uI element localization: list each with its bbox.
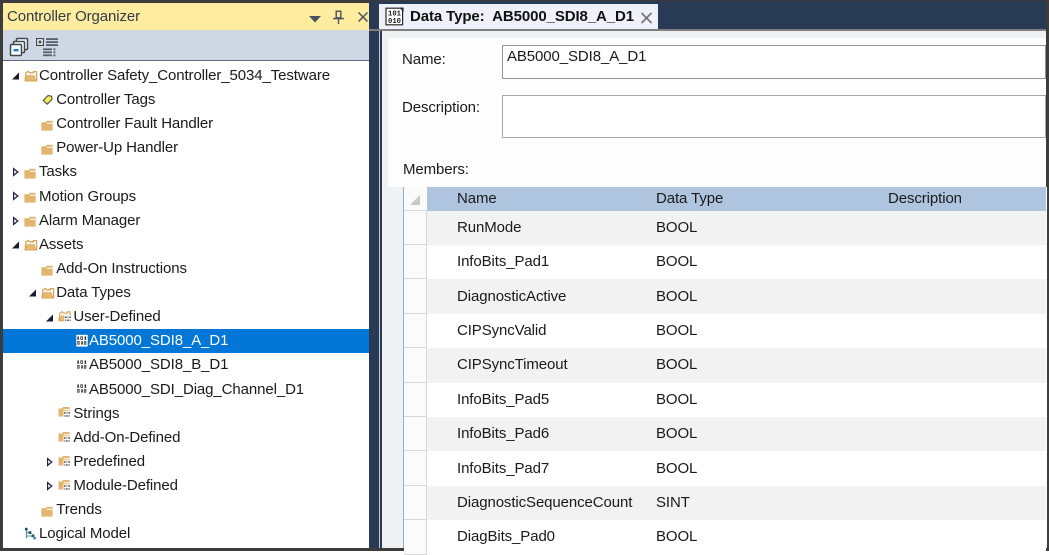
svg-text:010: 010 [388, 17, 401, 25]
